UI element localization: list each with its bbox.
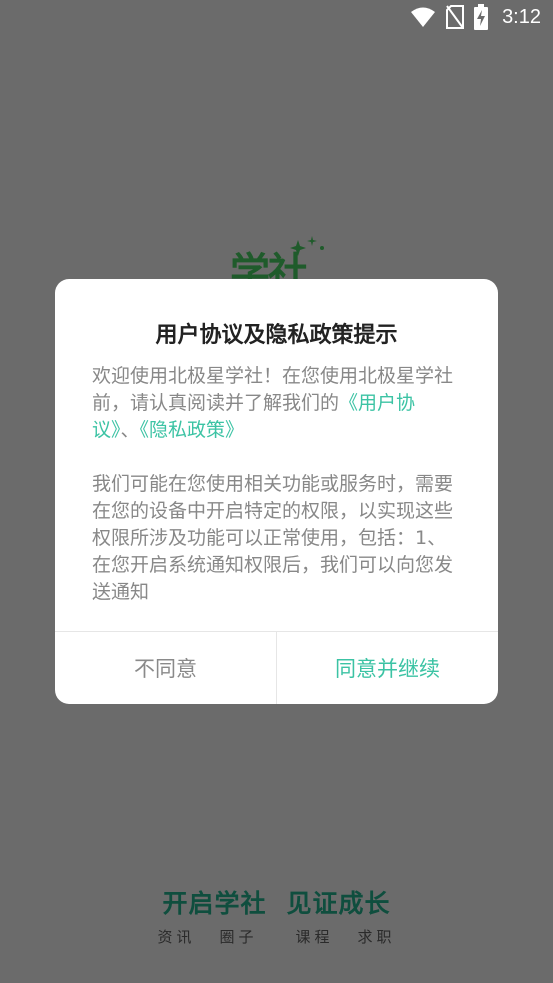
slogan: 开启学社 见证成长 资讯 圈子 课程 求职	[0, 884, 553, 947]
privacy-dialog: 用户协议及隐私政策提示 欢迎使用北极星学社！在您使用北极星学社前，请认真阅读并了…	[55, 279, 498, 704]
status-icons: 3:12	[410, 4, 541, 30]
tag-news: 资讯	[157, 928, 196, 946]
wifi-icon	[410, 6, 436, 28]
status-time: 3:12	[502, 5, 541, 28]
slogan-tags: 资讯 圈子 课程 求职	[0, 926, 553, 947]
tag-job: 求职	[357, 928, 396, 946]
tag-circle: 圈子	[219, 928, 258, 946]
slogan-main: 开启学社 见证成长	[0, 884, 553, 920]
status-bar: 3:12	[0, 0, 553, 38]
no-sim-icon	[446, 5, 465, 29]
dialog-paragraph-2: 我们可能在您使用相关功能或服务时，需要在您的设备中开启特定的权限，以实现这些权限…	[92, 473, 454, 603]
dialog-body: 欢迎使用北极星学社！在您使用北极星学社前，请认真阅读并了解我们的《用户协议》、《…	[92, 363, 462, 606]
dialog-title: 用户协议及隐私政策提示	[155, 323, 398, 348]
tag-course: 课程	[295, 928, 334, 946]
dialog-paragraph-1: 欢迎使用北极星学社！在您使用北极星学社前，请认真阅读并了解我们的《用户协议》、《…	[92, 363, 462, 444]
decline-button[interactable]: 不同意	[55, 632, 276, 704]
slogan-right: 见证成长	[286, 889, 391, 918]
slogan-left: 开启学社	[162, 889, 267, 918]
link-separator: 、	[120, 419, 140, 441]
battery-charging-icon	[474, 4, 489, 30]
privacy-policy-link[interactable]: 《隐私政策》	[140, 419, 245, 441]
accept-button[interactable]: 同意并继续	[277, 632, 498, 704]
